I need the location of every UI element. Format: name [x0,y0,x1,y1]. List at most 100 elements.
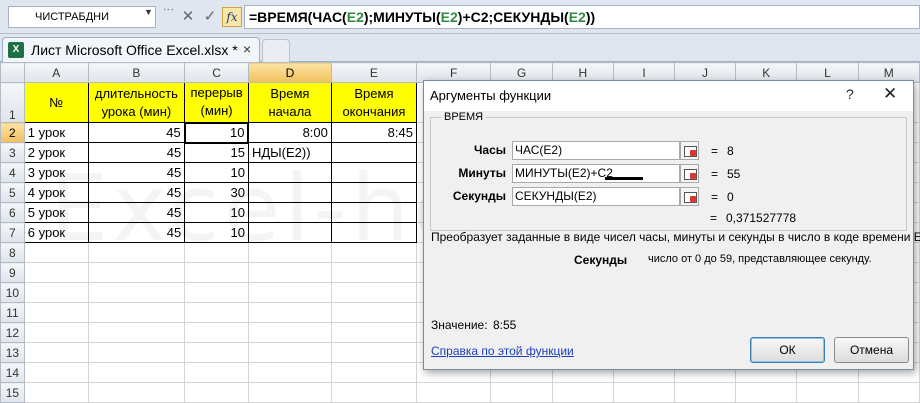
cell[interactable] [247,222,332,243]
cell[interactable] [247,362,332,383]
cell[interactable]: 45 [87,162,186,183]
cell[interactable]: 45 [87,202,186,223]
cell[interactable]: 3 урок [23,162,89,183]
row-header[interactable]: 6 [0,202,25,223]
header-cell[interactable]: Время окончания [330,82,417,123]
cell[interactable] [87,262,186,283]
new-tab-button[interactable] [262,39,290,63]
editing-cell[interactable]: НДЫ(E2)) [247,142,332,163]
cell[interactable] [330,382,417,403]
cell[interactable] [330,342,417,363]
cell[interactable] [551,382,615,403]
column-header[interactable]: C [184,62,249,83]
cell[interactable]: 5 урок [23,202,89,223]
cell[interactable] [23,322,89,343]
cell[interactable] [23,302,89,323]
cell[interactable] [23,242,89,263]
workbook-tab[interactable]: X Лист Microsoft Office Excel.xlsx * × [2,37,260,63]
cell[interactable] [23,362,89,383]
cell[interactable] [87,282,186,303]
row-header[interactable]: 3 [0,142,25,163]
cell[interactable] [613,382,675,403]
cell[interactable] [23,382,89,403]
name-box[interactable]: ЧИСТРАБДНИ [8,6,156,28]
cell[interactable] [330,222,417,243]
cancel-icon[interactable]: ✕ [178,7,198,27]
cell[interactable] [330,142,417,163]
insert-function-icon[interactable]: fx [222,7,242,27]
row-header[interactable]: 5 [0,182,25,203]
active-cell[interactable]: 10 [183,121,250,144]
cell[interactable] [247,262,332,283]
cell[interactable] [247,202,332,223]
cell[interactable] [247,182,332,203]
cell[interactable] [87,302,186,323]
cell[interactable]: 6 урок [23,222,89,243]
row-header[interactable]: 8 [0,242,25,263]
cell[interactable] [330,322,417,343]
cell[interactable] [796,382,859,403]
collapse-dialog-icon[interactable] [680,141,699,160]
cell[interactable] [415,382,492,403]
row-header[interactable]: 9 [0,262,25,283]
cell[interactable] [247,322,332,343]
cell[interactable] [184,302,249,323]
row-header[interactable]: 7 [0,222,25,243]
cell[interactable] [857,382,920,403]
column-header[interactable]: B [87,62,186,83]
cell[interactable] [184,262,249,283]
cell[interactable] [184,322,249,343]
cell[interactable]: 45 [87,222,186,243]
cell[interactable]: 2 урок [23,142,89,163]
cell[interactable] [247,302,332,323]
help-link[interactable]: Справка по этой функции [431,344,574,358]
row-header[interactable]: 12 [0,322,25,343]
cell[interactable] [247,282,332,303]
cell[interactable] [330,262,417,283]
cell[interactable] [247,242,332,263]
cell[interactable] [330,282,417,303]
cell[interactable] [23,282,89,303]
cell[interactable]: 45 [87,182,186,203]
cell[interactable] [330,182,417,203]
row-header[interactable]: 11 [0,302,25,323]
row-header[interactable]: 4 [0,162,25,183]
formula-input[interactable]: =ВРЕМЯ(ЧАС(E2);МИНУТЫ(E2)+C2;СЕКУНДЫ(E2)… [244,5,920,29]
cell[interactable] [330,162,417,183]
row-header[interactable]: 10 [0,282,25,303]
select-all-corner[interactable] [0,62,25,83]
close-icon[interactable]: ✕ [883,84,897,104]
row-header[interactable]: 2 [0,122,25,143]
cell[interactable]: 10 [184,222,249,243]
cell[interactable] [247,342,332,363]
cell[interactable] [87,242,186,263]
arg-input-minutes[interactable]: МИНУТЫ(E2)+C2 [512,164,680,183]
cancel-button[interactable]: Отмена [834,337,909,363]
close-tab-icon[interactable]: × [243,41,251,57]
cell[interactable] [673,382,737,403]
cell[interactable] [23,342,89,363]
row-header[interactable]: 14 [0,362,25,383]
row-header[interactable]: 1 [0,82,25,123]
cell[interactable] [184,382,249,403]
arg-input-seconds[interactable]: СЕКУНДЫ(E2) [512,187,680,206]
header-cell[interactable]: № [23,82,89,123]
cell[interactable] [184,242,249,263]
cell[interactable] [87,322,186,343]
cell[interactable] [184,282,249,303]
row-header[interactable]: 15 [0,382,25,403]
dialog-titlebar[interactable]: Аргументы функции ? ✕ [424,81,913,111]
cell[interactable] [184,362,249,383]
cell[interactable] [247,382,332,403]
cell[interactable]: 15 [184,142,249,163]
cell[interactable] [87,382,186,403]
cell[interactable]: 1 урок [23,122,89,143]
cell[interactable] [184,342,249,363]
name-box-dropdown-icon[interactable]: ▼ [144,7,153,17]
cell[interactable]: 45 [87,122,186,143]
enter-icon[interactable]: ✓ [200,7,220,27]
cell[interactable]: 8:00 [247,122,332,143]
collapse-dialog-icon[interactable] [680,187,699,206]
cell[interactable] [247,162,332,183]
cell[interactable] [87,342,186,363]
